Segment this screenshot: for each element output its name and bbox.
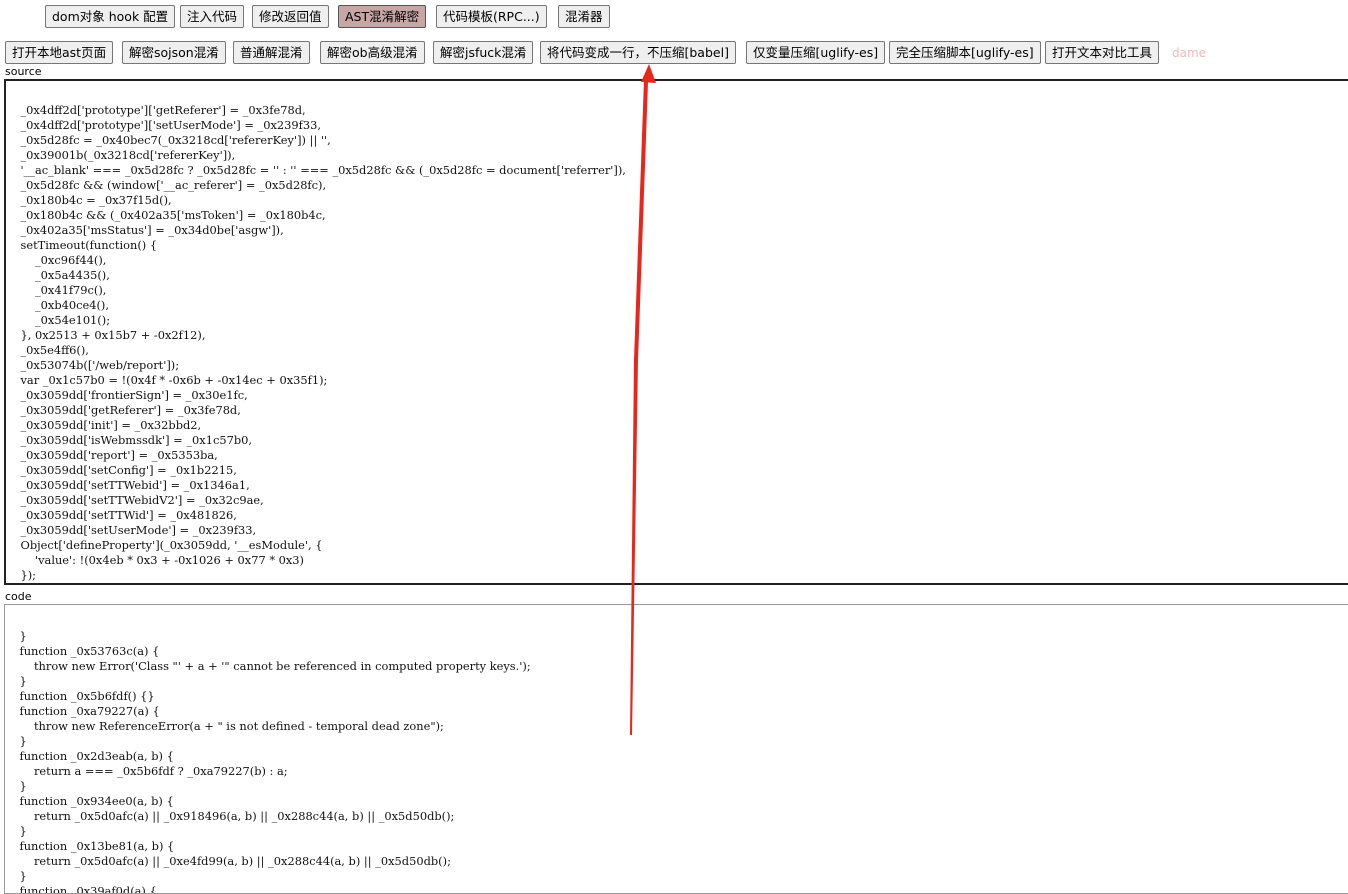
source-code-line: _0x180b4c = _0x37f15d(), bbox=[6, 193, 172, 207]
normal-deobfuscate-button[interactable]: 普通解混淆 bbox=[233, 41, 310, 64]
full-compress-uglify-button[interactable]: 完全压缩脚本[uglify-es] bbox=[889, 41, 1041, 64]
source-code-line: }); bbox=[6, 568, 37, 582]
source-code-line: _0x3059dd['setUserMode'] = _0x239f33, bbox=[6, 523, 257, 537]
source-code-line: _0x3059dd['setTTWid'] = _0x481826, bbox=[6, 508, 237, 522]
source-code-line: _0x402a35['msStatus'] = _0x34d0be['asgw'… bbox=[6, 223, 284, 237]
code-template-button[interactable]: 代码模板(RPC...) bbox=[436, 5, 547, 28]
source-code-line: _0x3059dd['getReferer'] = _0x3fe78d, bbox=[6, 403, 241, 417]
open-local-ast-button[interactable]: 打开本地ast页面 bbox=[5, 41, 114, 64]
code-code-line: throw new Error('Class "' + a + '" canno… bbox=[5, 659, 531, 673]
source-code-line: '__ac_blank' === _0x5d28fc ? _0x5d28fc =… bbox=[6, 163, 626, 177]
source-code-line: _0x5e4ff6(), bbox=[6, 343, 89, 357]
source-code-line: }, 0x2513 + 0x15b7 + -0x2f12), bbox=[6, 328, 206, 342]
obfuscator-button[interactable]: 混淆器 bbox=[558, 5, 610, 28]
code-code-line: function _0x5b6fdf() {} bbox=[5, 689, 155, 703]
decrypt-sojson-button[interactable]: 解密sojson混淆 bbox=[122, 41, 226, 64]
source-code-line: _0x4dff2d['prototype']['getReferer'] = _… bbox=[6, 103, 306, 117]
code-code-line: } bbox=[5, 824, 27, 838]
compress-vars-uglify-button[interactable]: 仅变量压缩[uglify-es] bbox=[746, 41, 886, 64]
source-code-line: var _0x1c57b0 = !(0x4f * -0x6b + -0x14ec… bbox=[6, 373, 328, 387]
source-code-line: _0x39001b(_0x3218cd['refererKey']), bbox=[6, 148, 236, 162]
code-code-line: function _0x13be81(a, b) { bbox=[5, 839, 175, 853]
source-code-line: _0x5d28fc = _0x40bec7(_0x3218cd['referer… bbox=[6, 133, 331, 147]
modify-return-button[interactable]: 修改返回值 bbox=[252, 5, 329, 28]
code-code-line: throw new ReferenceError(a + " is not de… bbox=[5, 719, 444, 733]
code-code-line: function _0x2d3eab(a, b) { bbox=[5, 749, 174, 763]
source-code-line: _0x54e101(); bbox=[6, 313, 111, 327]
code-code-line: } bbox=[5, 674, 27, 688]
code-code-line: } bbox=[5, 779, 27, 793]
source-code-line: 'value': !(0x4eb * 0x3 + -0x1026 + 0x77 … bbox=[6, 553, 305, 567]
source-code-line: _0x4dff2d['prototype']['setUserMode'] = … bbox=[6, 118, 321, 132]
source-code-line: _0x3059dd['frontierSign'] = _0x30e1fc, bbox=[6, 388, 248, 402]
source-label: source bbox=[5, 65, 42, 78]
source-code-line: _0x3059dd['setTTWebidV2'] = _0x32c9ae, bbox=[6, 493, 264, 507]
source-code-line: _0x3059dd['isWebmssdk'] = _0x1c57b0, bbox=[6, 433, 252, 447]
code-code-line: } bbox=[5, 734, 27, 748]
source-code-line: _0x180b4c && (_0x402a35['msToken'] = _0x… bbox=[6, 208, 326, 222]
code-code-line: function _0x39af0d(a) { bbox=[5, 884, 157, 894]
code-code-line: return _0x5d0afc(a) || _0x918496(a, b) |… bbox=[5, 809, 455, 823]
source-code-line: _0x3059dd['setConfig'] = _0x1b2215, bbox=[6, 463, 237, 477]
inject-code-button[interactable]: 注入代码 bbox=[180, 5, 245, 28]
source-code-line: _0x3059dd['init'] = _0x32bbd2, bbox=[6, 418, 202, 432]
code-code-line: return a === _0x5b6fdf ? _0xa79227(b) : … bbox=[5, 764, 288, 778]
source-textarea[interactable]: _0x4dff2d['prototype']['getReferer'] = _… bbox=[4, 79, 1348, 585]
code-label: code bbox=[5, 590, 32, 603]
code-code-line: function _0x934ee0(a, b) { bbox=[5, 794, 174, 808]
code-code-line: return _0x5d0afc(a) || _0xe4fd99(a, b) |… bbox=[5, 854, 451, 868]
source-code-line: _0x3059dd['setTTWebid'] = _0x1346a1, bbox=[6, 478, 250, 492]
code-code-line: function _0x53763c(a) { bbox=[5, 644, 160, 658]
ast-deobfuscate-button[interactable]: AST混淆解密 bbox=[338, 5, 427, 28]
source-code-line: Object['defineProperty'](_0x3059dd, '__e… bbox=[6, 538, 323, 552]
source-code-line: _0x41f79c(), bbox=[6, 283, 107, 297]
source-code-line: }); bbox=[6, 583, 1348, 585]
code-textarea[interactable]: } function _0x53763c(a) { throw new Erro… bbox=[4, 604, 1348, 894]
decrypt-ob-advanced-button[interactable]: 解密ob高级混淆 bbox=[320, 41, 425, 64]
source-code-line: _0x5d28fc && (window['__ac_referer'] = _… bbox=[6, 178, 327, 192]
code-code-line: } bbox=[5, 869, 27, 883]
source-code-line: _0xc96f44(), bbox=[6, 253, 107, 267]
source-code-line: _0x3059dd['report'] = _0x5353ba, bbox=[6, 448, 218, 462]
decrypt-jsfuck-button[interactable]: 解密jsfuck混淆 bbox=[433, 41, 534, 64]
faint-label: dame bbox=[1172, 46, 1207, 60]
source-code-line: _0x5a4435(), bbox=[6, 268, 110, 282]
open-text-compare-button[interactable]: 打开文本对比工具 bbox=[1045, 41, 1160, 64]
source-code-line: setTimeout(function() { bbox=[6, 238, 158, 252]
code-code-line: } bbox=[5, 629, 27, 643]
dom-hook-button[interactable]: dom对象 hook 配置 bbox=[45, 5, 176, 28]
one-line-babel-button[interactable]: 将代码变成一行，不压缩[babel] bbox=[540, 41, 736, 64]
source-code-line: _0xb40ce4(), bbox=[6, 298, 109, 312]
source-code-line: _0x53074b(['/web/report']); bbox=[6, 358, 180, 372]
code-code-line: function _0xa79227(a) { bbox=[5, 704, 160, 718]
